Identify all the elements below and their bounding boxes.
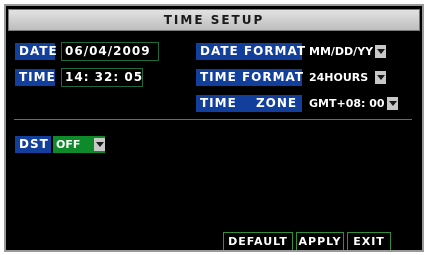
- time-field[interactable]: 14: 32: 05: [61, 68, 143, 87]
- time-zone-label: TIME ZONE: [196, 95, 302, 112]
- exit-button[interactable]: EXIT: [347, 232, 391, 250]
- dst-select[interactable]: OFF: [53, 136, 105, 153]
- dst-label: DST: [15, 136, 51, 153]
- time-zone-select[interactable]: GMT+08: 00: [306, 95, 398, 112]
- chevron-down-icon[interactable]: [375, 71, 386, 84]
- chevron-down-icon[interactable]: [375, 45, 386, 58]
- date-format-label: DATE FORMAT: [196, 43, 305, 60]
- time-zone-value: GMT+08: 00: [309, 97, 385, 110]
- time-setup-dialog: TIME SETUP DATE 06/04/2009 TIME 14: 32: …: [4, 4, 424, 252]
- date-label: DATE: [15, 43, 57, 60]
- time-format-select[interactable]: 24HOURS: [306, 69, 386, 86]
- apply-button[interactable]: APPLY: [296, 232, 344, 250]
- date-format-select[interactable]: MM/DD/YY: [306, 43, 386, 60]
- dialog-title: TIME SETUP: [8, 9, 420, 31]
- chevron-down-icon[interactable]: [387, 97, 398, 110]
- date-field[interactable]: 06/04/2009: [61, 42, 159, 61]
- date-format-value: MM/DD/YY: [309, 45, 374, 58]
- time-format-label: TIME FORMAT: [196, 69, 303, 86]
- time-format-value: 24HOURS: [309, 71, 369, 84]
- time-label: TIME: [15, 69, 55, 86]
- default-button[interactable]: DEFAULT: [223, 232, 293, 250]
- dst-value: OFF: [56, 138, 81, 151]
- chevron-down-icon[interactable]: [94, 138, 105, 151]
- section-divider: [14, 119, 412, 120]
